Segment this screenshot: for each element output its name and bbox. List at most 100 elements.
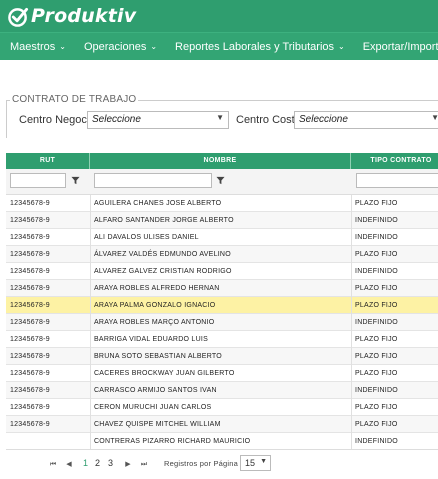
cell-tipo-contrato: PLAZO FIJO	[355, 370, 398, 377]
cell-nombre: ARAYA ROBLES ALFREDO HERNAN	[94, 285, 220, 292]
centro-negocio-label: Centro Negocio	[19, 114, 96, 126]
cell-nombre: CARRASCO ARMIJO SANTOS IVAN	[94, 387, 217, 394]
cell-nombre: CHAVEZ QUISPE MITCHEL WILLIAM	[94, 421, 221, 428]
table-row[interactable]: 12345678-9 CACERES BROCKWAY JUAN GILBERTO…	[6, 365, 438, 382]
nombre-filter-input[interactable]	[94, 173, 212, 188]
page-number-3[interactable]: 3	[108, 458, 113, 468]
nav-reportes[interactable]: Reportes Laborales y Tributarios ⌄	[165, 41, 345, 53]
table-row[interactable]: 12345678-9 ALI DAVALOS ULISES DANIEL INDEF…	[6, 229, 438, 246]
table-row[interactable]: 12345678-9 CHAVEZ QUISPE MITCHEL WILLIAM P…	[6, 416, 438, 433]
cell-rut: 12345678-9	[10, 268, 50, 275]
page-number-2[interactable]: 2	[95, 458, 100, 468]
table-row[interactable]: 12345678-9 ÁLVAREZ VALDÉS EDMUNDO AVELINO…	[6, 246, 438, 263]
cell-rut: 12345678-9	[10, 302, 50, 309]
table-row[interactable]: 12345678-9 CARRASCO ARMIJO SANTOS IVAN IND…	[6, 382, 438, 399]
nav-operaciones[interactable]: Operaciones ⌄	[74, 41, 157, 53]
records-per-page-label: Registros por Página	[164, 459, 239, 468]
cell-tipo-contrato: PLAZO FIJO	[355, 251, 398, 258]
table-row[interactable]: 12345678-9 ARAYA ROBLES MARÇO ANTONIO INDE…	[6, 314, 438, 331]
tipo-contrato-filter-input[interactable]	[356, 173, 438, 188]
next-page-icon[interactable]: ▶	[123, 460, 133, 470]
table-row[interactable]: 12345678-9 ARAYA PALMA GONZALO IGNACIO PLA…	[6, 297, 438, 314]
page-number-1[interactable]: 1	[83, 458, 88, 468]
filter-legend: CONTRATO DE TRABAJO	[10, 94, 139, 105]
cell-nombre: BARRIGA VIDAL EDUARDO LUIS	[94, 336, 208, 343]
cell-rut: 12345678-9	[10, 234, 50, 241]
cell-tipo-contrato: PLAZO FIJO	[355, 404, 398, 411]
cell-rut: 12345678-9	[10, 353, 50, 360]
nav-label: Maestros	[10, 40, 56, 53]
nav-label: Reportes Laborales y Tributarios	[175, 40, 334, 53]
cell-tipo-contrato: PLAZO FIJO	[355, 421, 398, 428]
cell-rut: 12345678-9	[10, 217, 50, 224]
cell-rut: 12345678-9	[10, 319, 50, 326]
centro-negocio-value: Seleccione	[92, 114, 141, 125]
cell-tipo-contrato: PLAZO FIJO	[355, 302, 398, 309]
cell-nombre: AGUILERA CHANES JOSE ALBERTO	[94, 200, 222, 207]
table-row[interactable]: 12345678-9 BRUNA SOTO SEBASTIAN ALBERTO PL…	[6, 348, 438, 365]
caret-down-icon: ▼	[431, 113, 438, 122]
cell-rut: 12345678-9	[10, 421, 50, 428]
grid-header: RUT NOMBRE TIPO CONTRATO	[6, 153, 438, 169]
cell-tipo-contrato: PLAZO FIJO	[355, 353, 398, 360]
chevron-down-icon: ⌄	[150, 42, 158, 51]
cell-rut: 12345678-9	[10, 200, 50, 207]
column-header-nombre[interactable]: NOMBRE	[90, 153, 351, 169]
cell-nombre: ALVAREZ GALVEZ CRISTIAN RODRIGO	[94, 268, 232, 275]
cell-tipo-contrato: INDEFINIDO	[355, 319, 398, 326]
cell-rut	[6, 433, 90, 450]
cell-tipo-contrato: INDEFINIDO	[355, 268, 398, 275]
prev-page-icon[interactable]: ◀	[64, 460, 74, 470]
table-row[interactable]: 12345678-9 CERON MURUCHI JUAN CARLOS PLAZO…	[6, 399, 438, 416]
cell-tipo-contrato: INDEFINIDO	[355, 234, 398, 241]
cell-tipo-contrato: INDEFINIDO	[355, 387, 398, 394]
cell-rut: 12345678-9	[10, 336, 50, 343]
column-header-rut[interactable]: RUT	[6, 153, 90, 169]
page-size-select[interactable]: 15 ▼	[240, 455, 271, 471]
first-page-icon[interactable]: ⏮	[48, 460, 58, 470]
nav-maestros[interactable]: Maestros ⌄	[0, 41, 66, 53]
funnel-icon[interactable]	[213, 173, 227, 188]
cell-nombre: ÁLVAREZ VALDÉS EDMUNDO AVELINO	[94, 251, 231, 258]
cell-rut: 12345678-9	[10, 404, 50, 411]
funnel-icon[interactable]	[68, 173, 82, 188]
table-row[interactable]: 12345678-9 ALVAREZ GALVEZ CRISTIAN RODRIG…	[6, 263, 438, 280]
cell-tipo-contrato: PLAZO FIJO	[355, 200, 398, 207]
cell-rut: 12345678-9	[10, 370, 50, 377]
app-logo[interactable]: Produktiv	[8, 5, 136, 27]
cell-tipo-contrato: PLAZO FIJO	[355, 285, 398, 292]
column-header-tipo-contrato[interactable]: TIPO CONTRATO	[351, 153, 438, 169]
grid-pager: ⏮ ◀ 1 2 3 ▶ ⏭ Registros por Página 15 ▼	[6, 449, 438, 479]
table-row[interactable]: 12345678-9 BARRIGA VIDAL EDUARDO LUIS PLAZ…	[6, 331, 438, 348]
cell-tipo-contrato: PLAZO FIJO	[355, 336, 398, 343]
cell-nombre: CERON MURUCHI JUAN CARLOS	[94, 404, 212, 411]
check-circle-icon	[8, 7, 29, 27]
nav-label: Operaciones	[83, 40, 147, 53]
cell-nombre: ALFARO SANTANDER JORGE ALBERTO	[94, 217, 234, 224]
table-row[interactable]: CONTRERAS PIZARRO RICHARD MAURICIO INDEFI…	[6, 433, 438, 450]
table-row[interactable]: 12345678-9 AGUILERA CHANES JOSE ALBERTO PL…	[6, 195, 438, 212]
app-name: Produktiv	[31, 5, 137, 27]
cell-nombre: ARAYA PALMA GONZALO IGNACIO	[94, 302, 216, 309]
cell-rut: 12345678-9	[10, 251, 50, 258]
chevron-down-icon: ⌄	[59, 42, 66, 51]
cell-nombre: ALI DAVALOS ULISES DANIEL	[94, 234, 199, 241]
cell-nombre: CACERES BROCKWAY JUAN GILBERTO	[94, 370, 235, 377]
cell-nombre: CONTRERAS PIZARRO RICHARD MAURICIO	[94, 438, 251, 445]
nav-exportar-importar[interactable]: Exportar/Importar ⌄	[353, 41, 438, 53]
centro-costo-value: Seleccione	[299, 114, 348, 125]
rut-filter-input[interactable]	[10, 173, 66, 188]
table-row[interactable]: 12345678-9 ARAYA ROBLES ALFREDO HERNAN PLA…	[6, 280, 438, 297]
cell-tipo-contrato: INDEFINIDO	[355, 438, 398, 445]
centro-costo-label: Centro Costo	[236, 114, 301, 126]
grid-filter-row	[6, 169, 438, 195]
nav-label: Exportar/Importar	[362, 40, 438, 53]
cell-rut: 12345678-9	[10, 285, 50, 292]
page-size-value: 15	[245, 458, 256, 468]
chevron-down-icon: ⌄	[338, 42, 345, 51]
cell-tipo-contrato: INDEFINIDO	[355, 217, 398, 224]
table-row[interactable]: 12345678-9 ALFARO SANTANDER JORGE ALBERTO…	[6, 212, 438, 229]
last-page-icon[interactable]: ⏭	[139, 460, 149, 470]
centro-negocio-select[interactable]: Seleccione ▼	[87, 111, 229, 129]
centro-costo-select[interactable]: Seleccione ▼	[294, 111, 438, 129]
